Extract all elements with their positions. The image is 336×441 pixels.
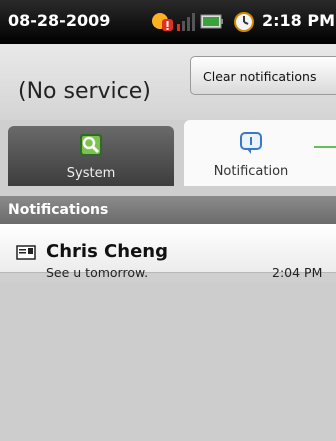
battery-icon — [200, 14, 223, 29]
empty-area — [0, 283, 336, 441]
notification-header: (No service) Clear notifications — [0, 44, 336, 120]
tab-system[interactable]: System — [8, 126, 174, 186]
tab-indicator — [314, 146, 336, 148]
signal-icon — [177, 13, 195, 31]
system-icon — [80, 134, 102, 156]
notification-time: 2:04 PM — [272, 265, 323, 280]
status-time: 2:18 PM — [262, 11, 336, 30]
notification-title: Chris Cheng — [46, 241, 168, 262]
status-date: 08-28-2009 — [8, 11, 111, 30]
service-status: (No service) — [18, 79, 151, 104]
notification-alert-icon — [152, 13, 173, 31]
tab-notification[interactable]: Notification — [184, 120, 336, 186]
tab-system-label: System — [66, 166, 116, 181]
clear-notifications-button[interactable]: Clear notifications — [190, 56, 336, 95]
tab-notification-label: Notification — [213, 164, 289, 179]
status-bar: 08-28-2009 2:18 PM — [0, 0, 336, 44]
notifications-section-header: Notifications — [0, 196, 336, 224]
alarm-icon — [234, 12, 254, 32]
tab-divider — [0, 186, 336, 196]
message-icon — [16, 245, 36, 260]
notification-icon — [240, 132, 262, 154]
tab-bar: System Notification — [0, 120, 336, 186]
notification-message: See u tomorrow. — [46, 265, 149, 280]
